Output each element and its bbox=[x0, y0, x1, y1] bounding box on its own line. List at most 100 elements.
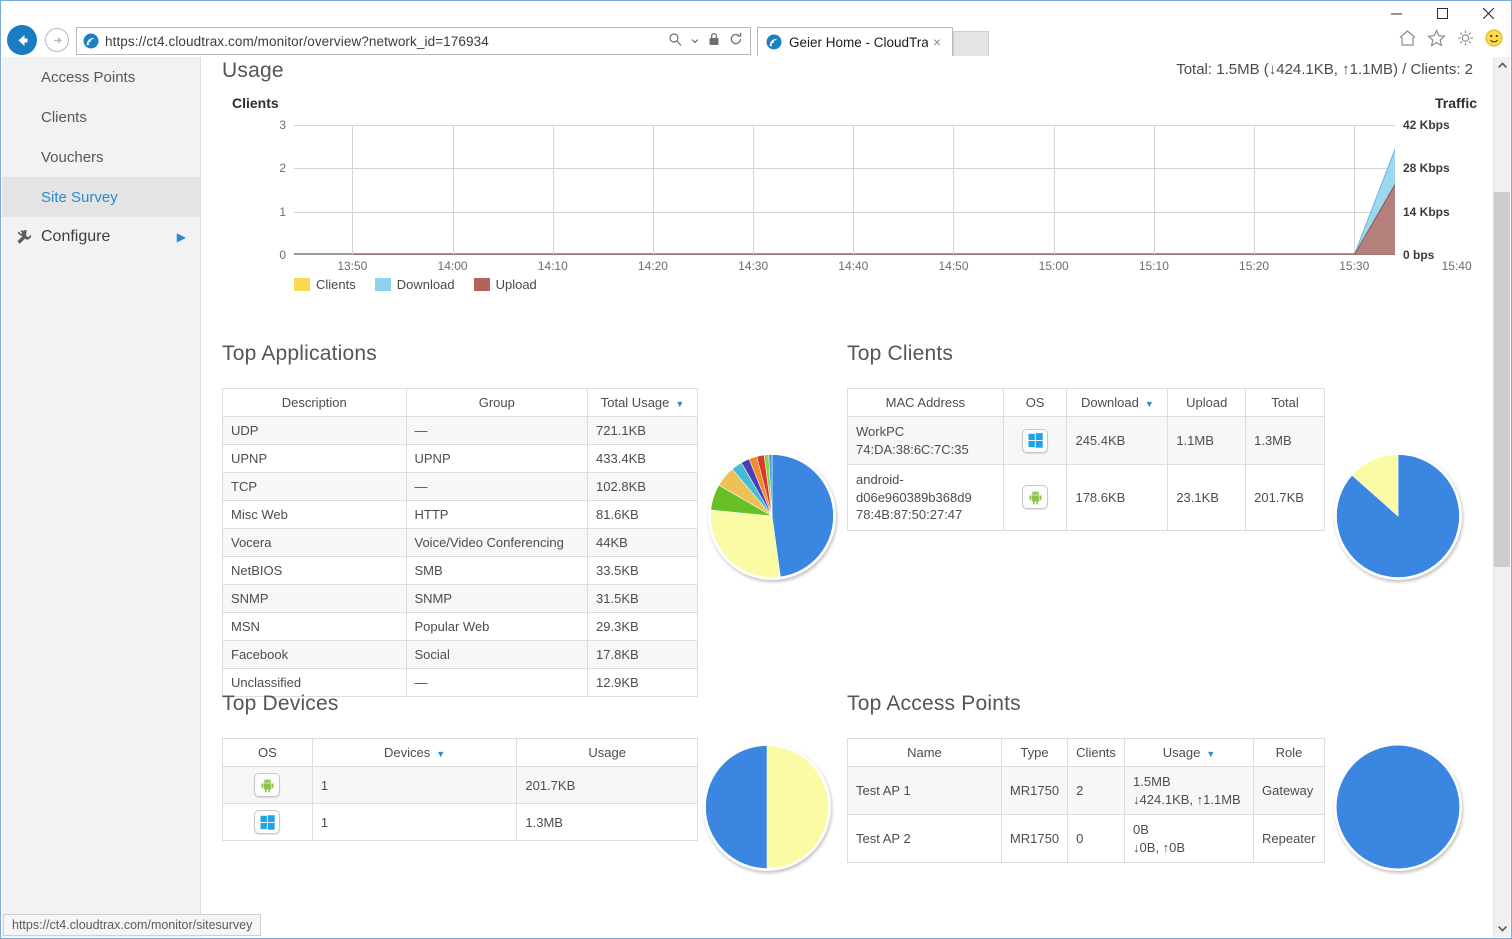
close-tab-button[interactable]: × bbox=[928, 34, 946, 50]
vertical-scrollbar[interactable] bbox=[1493, 57, 1510, 937]
cell-clients: 2 bbox=[1067, 765, 1126, 816]
sidebar-item-label: Site Survey bbox=[41, 188, 118, 206]
x-tick: 14:30 bbox=[738, 259, 769, 273]
x-tick: 13:50 bbox=[337, 259, 368, 273]
x-tick: 14:00 bbox=[437, 259, 468, 273]
column-header-usage[interactable]: Usage ▼ bbox=[1124, 738, 1254, 767]
column-header-os[interactable]: OS bbox=[222, 738, 313, 767]
home-icon[interactable] bbox=[1398, 29, 1417, 47]
windows-icon bbox=[254, 810, 281, 834]
cell-download: 245.4KB bbox=[1066, 415, 1169, 466]
cell-download: 178.6KB bbox=[1066, 464, 1169, 531]
column-header-name[interactable]: Name bbox=[847, 738, 1002, 767]
refresh-icon[interactable] bbox=[726, 32, 746, 51]
chart-plot-area: 0 1 2 3 0 bps 14 Kbps 28 Kbps 42 Kbps 13… bbox=[279, 118, 1471, 273]
browser-toolbar-icons bbox=[1398, 29, 1503, 47]
table-row[interactable]: UDP —721.1KB bbox=[222, 416, 698, 445]
scrollbar-thumb[interactable] bbox=[1494, 192, 1510, 567]
table-row[interactable]: WorkPC 74:DA:38:6C:7C:35 245.4KB 1.1MB 1… bbox=[847, 415, 1325, 466]
sidebar: Access Points Clients Vouchers Site Surv… bbox=[2, 57, 201, 937]
cell-description: MSN bbox=[222, 612, 407, 641]
table-row[interactable]: SNMP SNMP 31.5KB bbox=[222, 584, 698, 613]
legend-item-download[interactable]: Download bbox=[374, 277, 455, 292]
sidebar-item-label: Configure bbox=[41, 228, 111, 245]
client-mac: 74:DA:38:6C:7C:35 bbox=[856, 441, 969, 457]
maximize-button[interactable] bbox=[1419, 1, 1465, 25]
cell-os bbox=[222, 803, 313, 841]
cell-group: UPNP bbox=[405, 444, 589, 473]
column-header-type[interactable]: Type bbox=[1000, 738, 1069, 767]
column-header-mac-address[interactable]: MAC Address bbox=[847, 388, 1004, 417]
address-bar-icons bbox=[665, 32, 746, 51]
sidebar-item-vouchers[interactable]: Vouchers bbox=[2, 137, 200, 177]
back-button[interactable] bbox=[7, 25, 37, 55]
table-row[interactable]: Vocera Voice/Video Conferencing 44KB bbox=[222, 528, 698, 557]
table-row[interactable]: Test AP 1 MR1750 2 1.5MB ↓424.1KB, ↑1.1M… bbox=[847, 765, 1326, 816]
table-row[interactable]: TCP —102.8KB bbox=[222, 472, 698, 501]
table-row[interactable]: NetBIOS SMB 33.5KB bbox=[222, 556, 698, 585]
column-header-description[interactable]: Description bbox=[222, 388, 407, 417]
y-left-tick: 2 bbox=[279, 161, 286, 176]
column-header-total-usage[interactable]: Total Usage ▼ bbox=[587, 388, 698, 417]
column-header-clients[interactable]: Clients bbox=[1067, 738, 1126, 767]
star-icon[interactable] bbox=[1427, 29, 1446, 47]
cell-name: Test AP 1 bbox=[847, 765, 1002, 816]
status-url: https://ct4.cloudtrax.com/monitor/sitesu… bbox=[12, 918, 253, 932]
legend-item-upload[interactable]: Upload bbox=[473, 277, 537, 292]
table-row[interactable]: Misc Web HTTP 81.6KB bbox=[222, 500, 698, 529]
y-right-tick: 28 Kbps bbox=[1403, 161, 1450, 176]
column-header-download[interactable]: Download ▼ bbox=[1066, 388, 1169, 417]
cloudtrax-favicon bbox=[766, 34, 782, 50]
cell-usage: 1.5MB ↓424.1KB, ↑1.1MB bbox=[1124, 765, 1254, 816]
cell-description: Vocera bbox=[222, 528, 407, 557]
y-left-tick: 0 bbox=[279, 248, 286, 262]
cell-os bbox=[1002, 415, 1068, 466]
column-header-upload[interactable]: Upload bbox=[1167, 388, 1247, 417]
table-row[interactable]: android- d06e960389b368d9 78:4B:87:50:27… bbox=[847, 464, 1325, 531]
legend-item-clients[interactable]: Clients bbox=[294, 277, 356, 292]
minimize-button[interactable] bbox=[1373, 1, 1419, 25]
table-row[interactable]: MSN Popular Web 29.3KB bbox=[222, 612, 698, 641]
sidebar-item-configure[interactable]: Configure ▶ bbox=[2, 217, 200, 257]
top-access-points-section: Top Access Points Name Type Clients Usag… bbox=[847, 692, 1326, 864]
new-tab-button[interactable] bbox=[953, 31, 989, 56]
column-header-total[interactable]: Total bbox=[1245, 388, 1325, 417]
top-clients-table: MAC Address OS Download ▼ Upload Total W… bbox=[847, 388, 1325, 531]
client-name-line1: android- bbox=[856, 472, 904, 488]
table-row[interactable]: Test AP 2 MR1750 0 0B ↓0B, ↑0B Repeater bbox=[847, 814, 1326, 864]
legend-label: Download bbox=[396, 277, 455, 292]
column-header-devices[interactable]: Devices ▼ bbox=[311, 738, 518, 767]
scroll-down-button[interactable] bbox=[1494, 920, 1510, 937]
sidebar-item-clients[interactable]: Clients bbox=[2, 97, 200, 137]
column-header-group[interactable]: Group bbox=[405, 388, 589, 417]
browser-tab[interactable]: Geier Home - CloudTrax × bbox=[757, 27, 953, 56]
smiley-icon[interactable] bbox=[1485, 29, 1503, 47]
wrench-icon bbox=[14, 229, 34, 246]
gear-icon[interactable] bbox=[1456, 29, 1475, 47]
column-header-role[interactable]: Role bbox=[1252, 738, 1326, 767]
page-title: Usage bbox=[222, 59, 284, 82]
table-row[interactable]: Facebook Social 17.8KB bbox=[222, 640, 698, 669]
table-row[interactable]: UPNP UPNP 433.4KB bbox=[222, 444, 698, 473]
column-header-usage[interactable]: Usage bbox=[516, 738, 698, 767]
table-row[interactable]: 1 201.7KB bbox=[222, 766, 698, 804]
address-bar[interactable]: https://ct4.cloudtrax.com/monitor/overvi… bbox=[76, 27, 751, 55]
column-header-label: Download bbox=[1081, 395, 1139, 410]
chevron-down-icon[interactable] bbox=[688, 32, 702, 50]
close-window-button[interactable] bbox=[1465, 1, 1511, 25]
cell-os bbox=[1002, 464, 1068, 531]
sidebar-item-site-survey[interactable]: Site Survey bbox=[2, 177, 200, 217]
scroll-up-button[interactable] bbox=[1494, 57, 1510, 74]
section-title: Top Clients bbox=[847, 342, 954, 365]
search-icon[interactable] bbox=[665, 32, 685, 51]
sort-desc-icon: ▼ bbox=[675, 398, 685, 409]
sidebar-item-access-points[interactable]: Access Points bbox=[2, 57, 200, 97]
table-header-row: OS Devices ▼ Usage bbox=[222, 738, 698, 767]
browser-window: https://ct4.cloudtrax.com/monitor/overvi… bbox=[0, 0, 1512, 939]
table-row[interactable]: 1 1.3MB bbox=[222, 803, 698, 841]
sort-desc-icon: ▼ bbox=[436, 748, 446, 759]
lock-icon[interactable] bbox=[705, 32, 723, 51]
forward-button[interactable] bbox=[45, 28, 69, 52]
cell-group: SMB bbox=[405, 556, 589, 585]
column-header-os[interactable]: OS bbox=[1002, 388, 1068, 417]
